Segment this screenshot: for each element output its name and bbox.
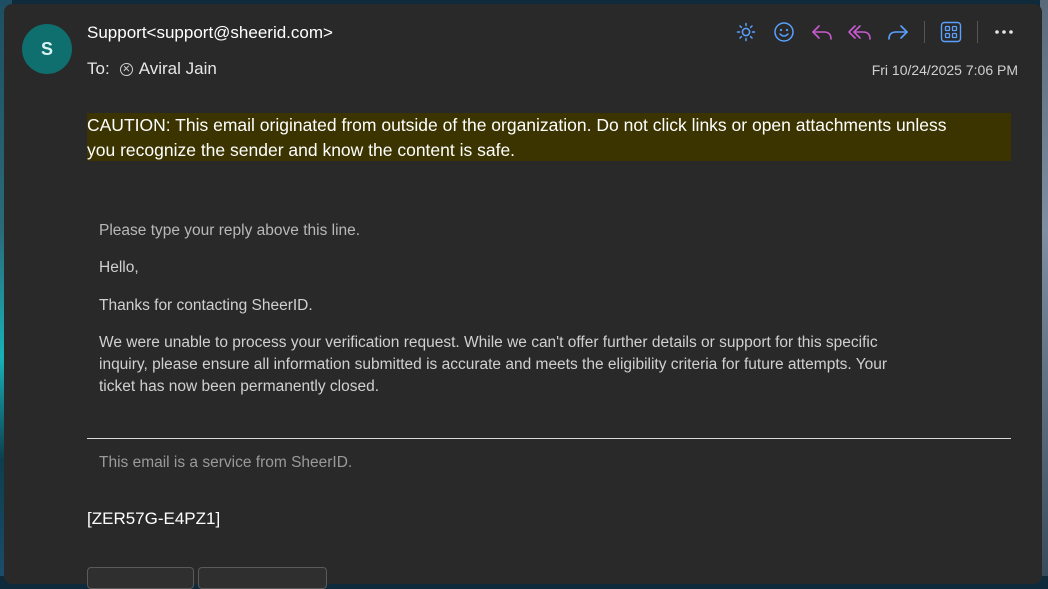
forward-action-button[interactable]: [198, 567, 327, 589]
recipients-row: To: Aviral Jain: [87, 59, 217, 79]
divider: [87, 438, 1011, 439]
paragraph-line-3: ticket has now been permanently closed.: [99, 378, 380, 395]
apps-icon[interactable]: [937, 18, 965, 46]
email-reading-pane: [4, 4, 1042, 584]
remove-recipient-icon[interactable]: [119, 62, 133, 76]
sent-date: Fri 10/24/2025 7:06 PM: [871, 62, 1018, 78]
sender-name[interactable]: Support<support@sheerid.com>: [87, 23, 333, 43]
to-label: To:: [87, 59, 110, 78]
message-toolbar: [732, 18, 1018, 46]
reply-action-button[interactable]: [87, 567, 194, 589]
reply-all-icon[interactable]: [846, 18, 874, 46]
sender-avatar[interactable]: S: [22, 24, 72, 74]
avatar-letter: S: [40, 38, 53, 59]
ticket-id: [ZER57G-E4PZ1]: [87, 509, 221, 528]
toolbar-separator: [924, 21, 925, 43]
message-paragraph: We were unable to process your verificat…: [99, 332, 999, 398]
sun-icon[interactable]: [732, 18, 760, 46]
toolbar-separator-2: [977, 21, 978, 43]
more-icon[interactable]: [990, 18, 1018, 46]
paragraph-line-1: We were unable to process your verificat…: [99, 334, 878, 351]
caution-line-1: CAUTION: This email originated from outs…: [87, 115, 947, 135]
forward-icon[interactable]: [884, 18, 912, 46]
external-caution-banner: CAUTION: This email originated from outs…: [87, 113, 1011, 161]
emoji-icon[interactable]: [770, 18, 798, 46]
paragraph-line-2: inquiry, please ensure all information s…: [99, 356, 888, 373]
thanks-line: Thanks for contacting SheerID.: [99, 297, 313, 314]
reply-icon[interactable]: [808, 18, 836, 46]
recipient-name[interactable]: Aviral Jain: [139, 59, 217, 79]
reply-hint: Please type your reply above this line.: [99, 222, 361, 239]
greeting: Hello,: [99, 259, 139, 276]
service-note: This email is a service from SheerID.: [99, 454, 353, 471]
caution-line-2: you recognize the sender and know the co…: [87, 140, 516, 160]
